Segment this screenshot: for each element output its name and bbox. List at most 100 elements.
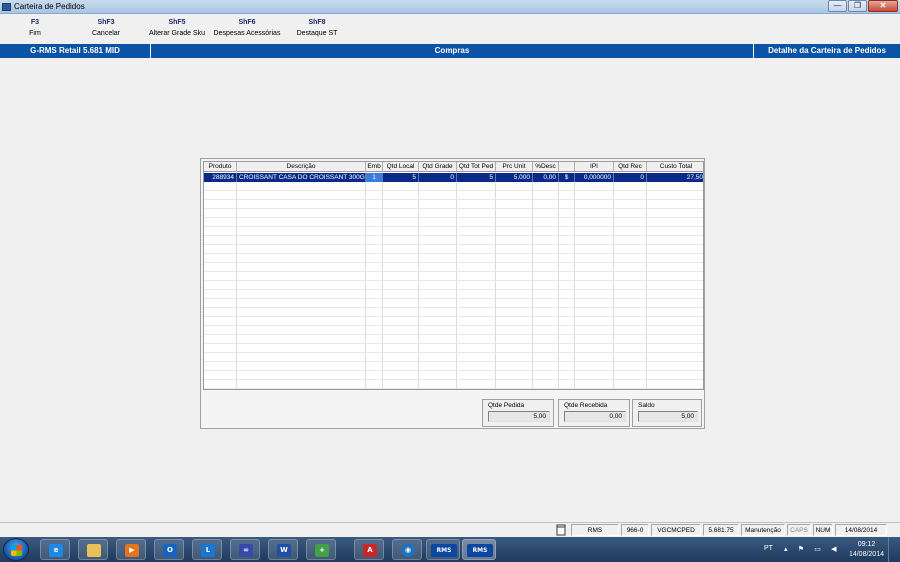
column-header-qtd-grade[interactable]: Qtd Grade xyxy=(419,162,457,172)
qtde-pedida-label: Qtde Pedida xyxy=(488,402,525,409)
fkey-fim[interactable]: F3 Fim xyxy=(22,18,48,38)
cell-qtd-local[interactable]: 5 xyxy=(383,173,419,182)
taskbar-app-word[interactable]: W xyxy=(268,539,298,560)
app-version: G-RMS Retail 5.681 MID xyxy=(30,46,120,55)
system-tray: PT ▴ ⚑ ▭ ◀ 09:12 14/08/2014 xyxy=(760,537,900,562)
fkey-alterar-grade-sku[interactable]: ShF5 Alterar Grade Sku xyxy=(146,18,208,38)
taskbar-app-network[interactable]: ◉ xyxy=(392,539,422,560)
taskbar-app-lync[interactable]: L xyxy=(192,539,222,560)
cell-custo-total[interactable]: 27,50 xyxy=(647,173,703,182)
fkey-shortcut: ShF3 xyxy=(97,19,115,26)
column-header-produto[interactable]: Produto xyxy=(204,162,237,172)
empty-row xyxy=(204,254,703,263)
empty-row xyxy=(204,299,703,308)
taskbar-app-internet-explorer[interactable]: e xyxy=(40,539,70,560)
language-indicator[interactable]: PT xyxy=(764,545,773,552)
globe-app-icon: ◉ xyxy=(401,544,415,557)
status-code: 966-0 xyxy=(621,524,649,536)
status-system: RMS xyxy=(571,524,619,536)
fkey-shortcut: ShF6 xyxy=(238,19,256,26)
cell-prc-unit[interactable]: 5,000 xyxy=(496,173,533,182)
taskbar-app-acrobat[interactable]: A xyxy=(354,539,384,560)
empty-row xyxy=(204,308,703,317)
fkey-destaque-st[interactable]: ShF8 Destaque ST xyxy=(294,18,340,38)
taskbar-app-media-player[interactable]: ▶ xyxy=(116,539,146,560)
start-button[interactable] xyxy=(3,538,29,561)
cell-desc[interactable]: 0,00 xyxy=(533,173,559,182)
close-button[interactable]: ✕ xyxy=(868,0,898,12)
rms-icon: RMS xyxy=(467,544,493,557)
lync-icon: L xyxy=(201,544,215,557)
column-header-emb[interactable]: Emb xyxy=(366,162,383,172)
empty-row xyxy=(204,353,703,362)
cell-qtd-grade[interactable]: 0 xyxy=(419,173,457,182)
fkey-shortcut: ShF5 xyxy=(168,19,186,26)
cell-qtd-rec[interactable]: 0 xyxy=(614,173,647,182)
cell-produto[interactable]: 288934 xyxy=(204,173,237,182)
fkey-label: Fim xyxy=(29,30,41,37)
word-icon: W xyxy=(277,544,291,557)
show-desktop-button[interactable] xyxy=(888,537,900,562)
empty-row xyxy=(204,245,703,254)
tray-icons[interactable]: ▴ ⚑ ▭ ◀ xyxy=(784,545,840,553)
empty-row xyxy=(204,326,703,335)
column-header-ipi[interactable]: IPI xyxy=(575,162,614,172)
taskbar-app-rms-1[interactable]: RMS xyxy=(426,539,460,560)
plus-app-icon: + xyxy=(315,544,329,557)
status-version: 5.681.75 xyxy=(703,524,739,536)
page-icon[interactable] xyxy=(553,524,568,536)
empty-row xyxy=(204,371,703,380)
empty-row xyxy=(204,317,703,326)
title-bar[interactable]: Carteira de Pedidos — ❐ ✕ xyxy=(0,0,900,14)
column-header-descricao[interactable]: Descrição xyxy=(237,162,366,172)
empty-row xyxy=(204,200,703,209)
qtde-recebida-field: 0,00 xyxy=(564,411,626,422)
cell-ipi[interactable]: 0,000000 xyxy=(575,173,614,182)
clock-time: 09:12 xyxy=(857,541,876,548)
status-program: VGCMCPED xyxy=(651,524,701,536)
module-name: Compras xyxy=(434,46,470,55)
clock-date: 14/08/2014 xyxy=(848,551,884,558)
application-window: Carteira de Pedidos — ❐ ✕ F3 Fim ShF3 Ca… xyxy=(0,0,900,562)
empty-row xyxy=(204,272,703,281)
function-key-toolbar: F3 Fim ShF3 Cancelar ShF5 Alterar Grade … xyxy=(0,15,900,44)
cell-descricao[interactable]: CROISSANT CASA DO CROISSANT 300G xyxy=(237,173,366,182)
fkey-label: Despesas Acessórias xyxy=(213,30,281,37)
column-header-qtd-rec[interactable]: Qtd Rec xyxy=(614,162,647,172)
taskbar-app-infinity[interactable]: ∞ xyxy=(230,539,260,560)
fkey-label: Destaque ST xyxy=(296,30,338,37)
taskbar-app-health[interactable]: + xyxy=(306,539,336,560)
order-items-grid[interactable]: Produto Descrição Emb Qtd Local Qtd Grad… xyxy=(203,161,704,390)
cell-moeda[interactable]: $ xyxy=(559,173,575,182)
status-caps: CAPS xyxy=(787,524,811,536)
fkey-shortcut: F3 xyxy=(30,19,40,26)
fkey-despesas-acessorias[interactable]: ShF6 Despesas Acessórias xyxy=(212,18,282,38)
qtde-recebida-group: Qtde Recebida 0,00 xyxy=(558,399,630,427)
fkey-cancelar[interactable]: ShF3 Cancelar xyxy=(86,18,126,38)
column-header-moeda[interactable] xyxy=(559,162,575,172)
empty-row xyxy=(204,290,703,299)
empty-row xyxy=(204,344,703,353)
cell-qtd-tot-ped[interactable]: 5 xyxy=(457,173,496,182)
column-header-prc-unit[interactable]: Prc Unit xyxy=(496,162,533,172)
restore-button[interactable]: ❐ xyxy=(848,0,867,12)
empty-row xyxy=(204,218,703,227)
taskbar-app-outlook[interactable]: O xyxy=(154,539,184,560)
status-num: NUM xyxy=(813,524,833,536)
table-row[interactable]: 288934 CROISSANT CASA DO CROISSANT 300G … xyxy=(204,173,703,182)
grid-header: Produto Descrição Emb Qtd Local Qtd Grad… xyxy=(204,162,703,172)
minimize-button[interactable]: — xyxy=(828,0,847,12)
cell-emb[interactable]: 1 xyxy=(366,173,383,182)
taskbar-app-rms-2[interactable]: RMS xyxy=(462,539,496,560)
column-header-qtd-local[interactable]: Qtd Local xyxy=(383,162,419,172)
taskbar-app-windows-explorer[interactable] xyxy=(78,539,108,560)
column-header-custo-total[interactable]: Custo Total xyxy=(647,162,703,172)
clock[interactable]: 09:12 14/08/2014 xyxy=(849,540,884,560)
app-icon xyxy=(2,3,11,11)
column-header-qtd-tot-ped[interactable]: Qtd Tot Ped xyxy=(457,162,496,172)
order-items-panel: Produto Descrição Emb Qtd Local Qtd Grad… xyxy=(200,158,705,429)
status-bar: RMS 966-0 VGCMCPED 5.681.75 Manutenção C… xyxy=(0,522,900,536)
empty-row xyxy=(204,380,703,389)
empty-row xyxy=(204,236,703,245)
column-header-desc[interactable]: %Desc xyxy=(533,162,559,172)
